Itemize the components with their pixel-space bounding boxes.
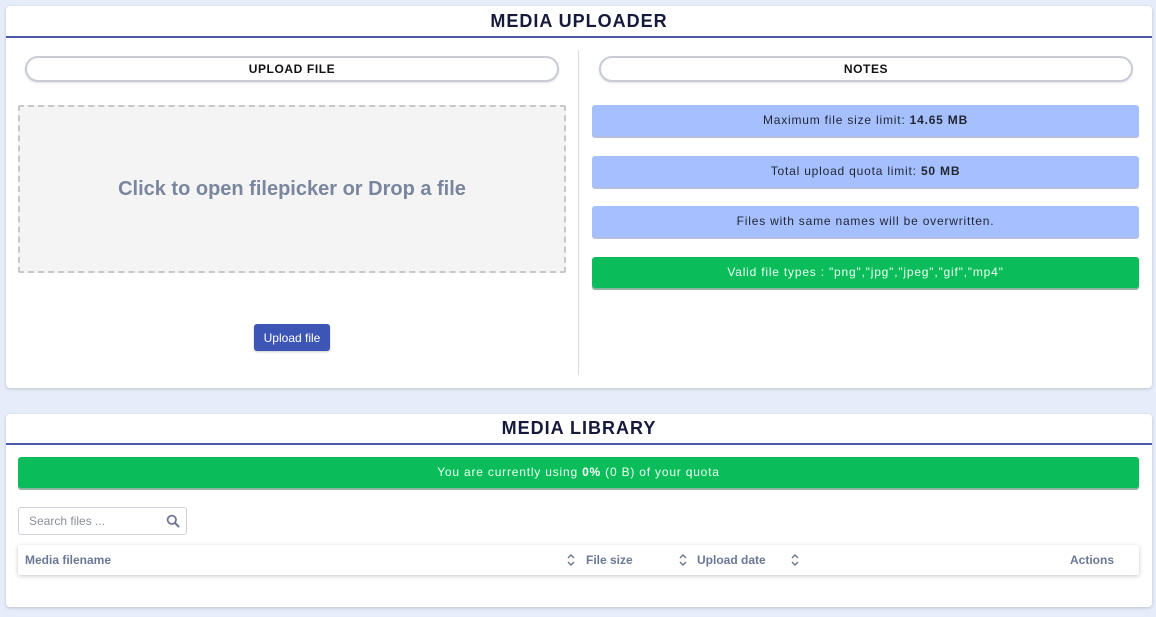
search-box: [18, 507, 187, 535]
section-divider: [578, 50, 579, 375]
quota-text-prefix: You are currently using: [437, 465, 583, 479]
note-text: Files with same names will be overwritte…: [736, 214, 995, 228]
sort-upload-date-icon[interactable]: [790, 553, 800, 567]
file-dropzone[interactable]: Click to open filepicker or Drop a file: [18, 105, 566, 273]
column-header-actions: Actions: [1070, 553, 1115, 567]
column-header-file-size[interactable]: File size: [586, 545, 633, 575]
note-text: Maximum file size limit:: [762, 113, 910, 127]
note-text: Valid file types : "png","jpg","jpeg","g…: [727, 265, 1004, 279]
dropzone-text: Click to open filepicker or Drop a file: [118, 177, 466, 200]
quota-usage-banner: You are currently using 0% (0 B) of your…: [18, 457, 1139, 488]
upload-file-section-label: UPLOAD FILE: [25, 56, 559, 82]
media-library-panel: MEDIA LIBRARY You are currently using 0%…: [6, 414, 1152, 607]
uploader-title: MEDIA UPLOADER: [6, 6, 1152, 38]
search-input[interactable]: [27, 508, 166, 534]
note-valid-file-types: Valid file types : "png","jpg","jpeg","g…: [592, 257, 1139, 288]
sort-filename-icon[interactable]: [566, 553, 576, 567]
note-value: 50 MB: [920, 164, 961, 178]
note-overwrite: Files with same names will be overwritte…: [592, 206, 1139, 237]
quota-percent: 0%: [582, 465, 602, 479]
column-header-filename[interactable]: Media filename: [25, 545, 111, 575]
sort-file-size-icon[interactable]: [678, 553, 688, 567]
column-header-upload-date[interactable]: Upload date: [697, 545, 766, 575]
note-max-file-size: Maximum file size limit: 14.65 MB: [592, 105, 1139, 136]
quota-text-suffix: (0 B) of your quota: [601, 465, 720, 479]
upload-file-button[interactable]: Upload file: [254, 324, 330, 351]
media-table-header: Media filename File size Upload date Act…: [18, 545, 1139, 575]
note-value: 14.65 MB: [909, 113, 969, 127]
note-total-quota: Total upload quota limit: 50 MB: [592, 156, 1139, 187]
library-title: MEDIA LIBRARY: [6, 414, 1152, 445]
notes-section-label: NOTES: [599, 56, 1133, 82]
note-text: Total upload quota limit:: [770, 164, 921, 178]
search-icon[interactable]: [166, 514, 180, 528]
media-uploader-panel: MEDIA UPLOADER UPLOAD FILE NOTES Click t…: [6, 6, 1152, 388]
